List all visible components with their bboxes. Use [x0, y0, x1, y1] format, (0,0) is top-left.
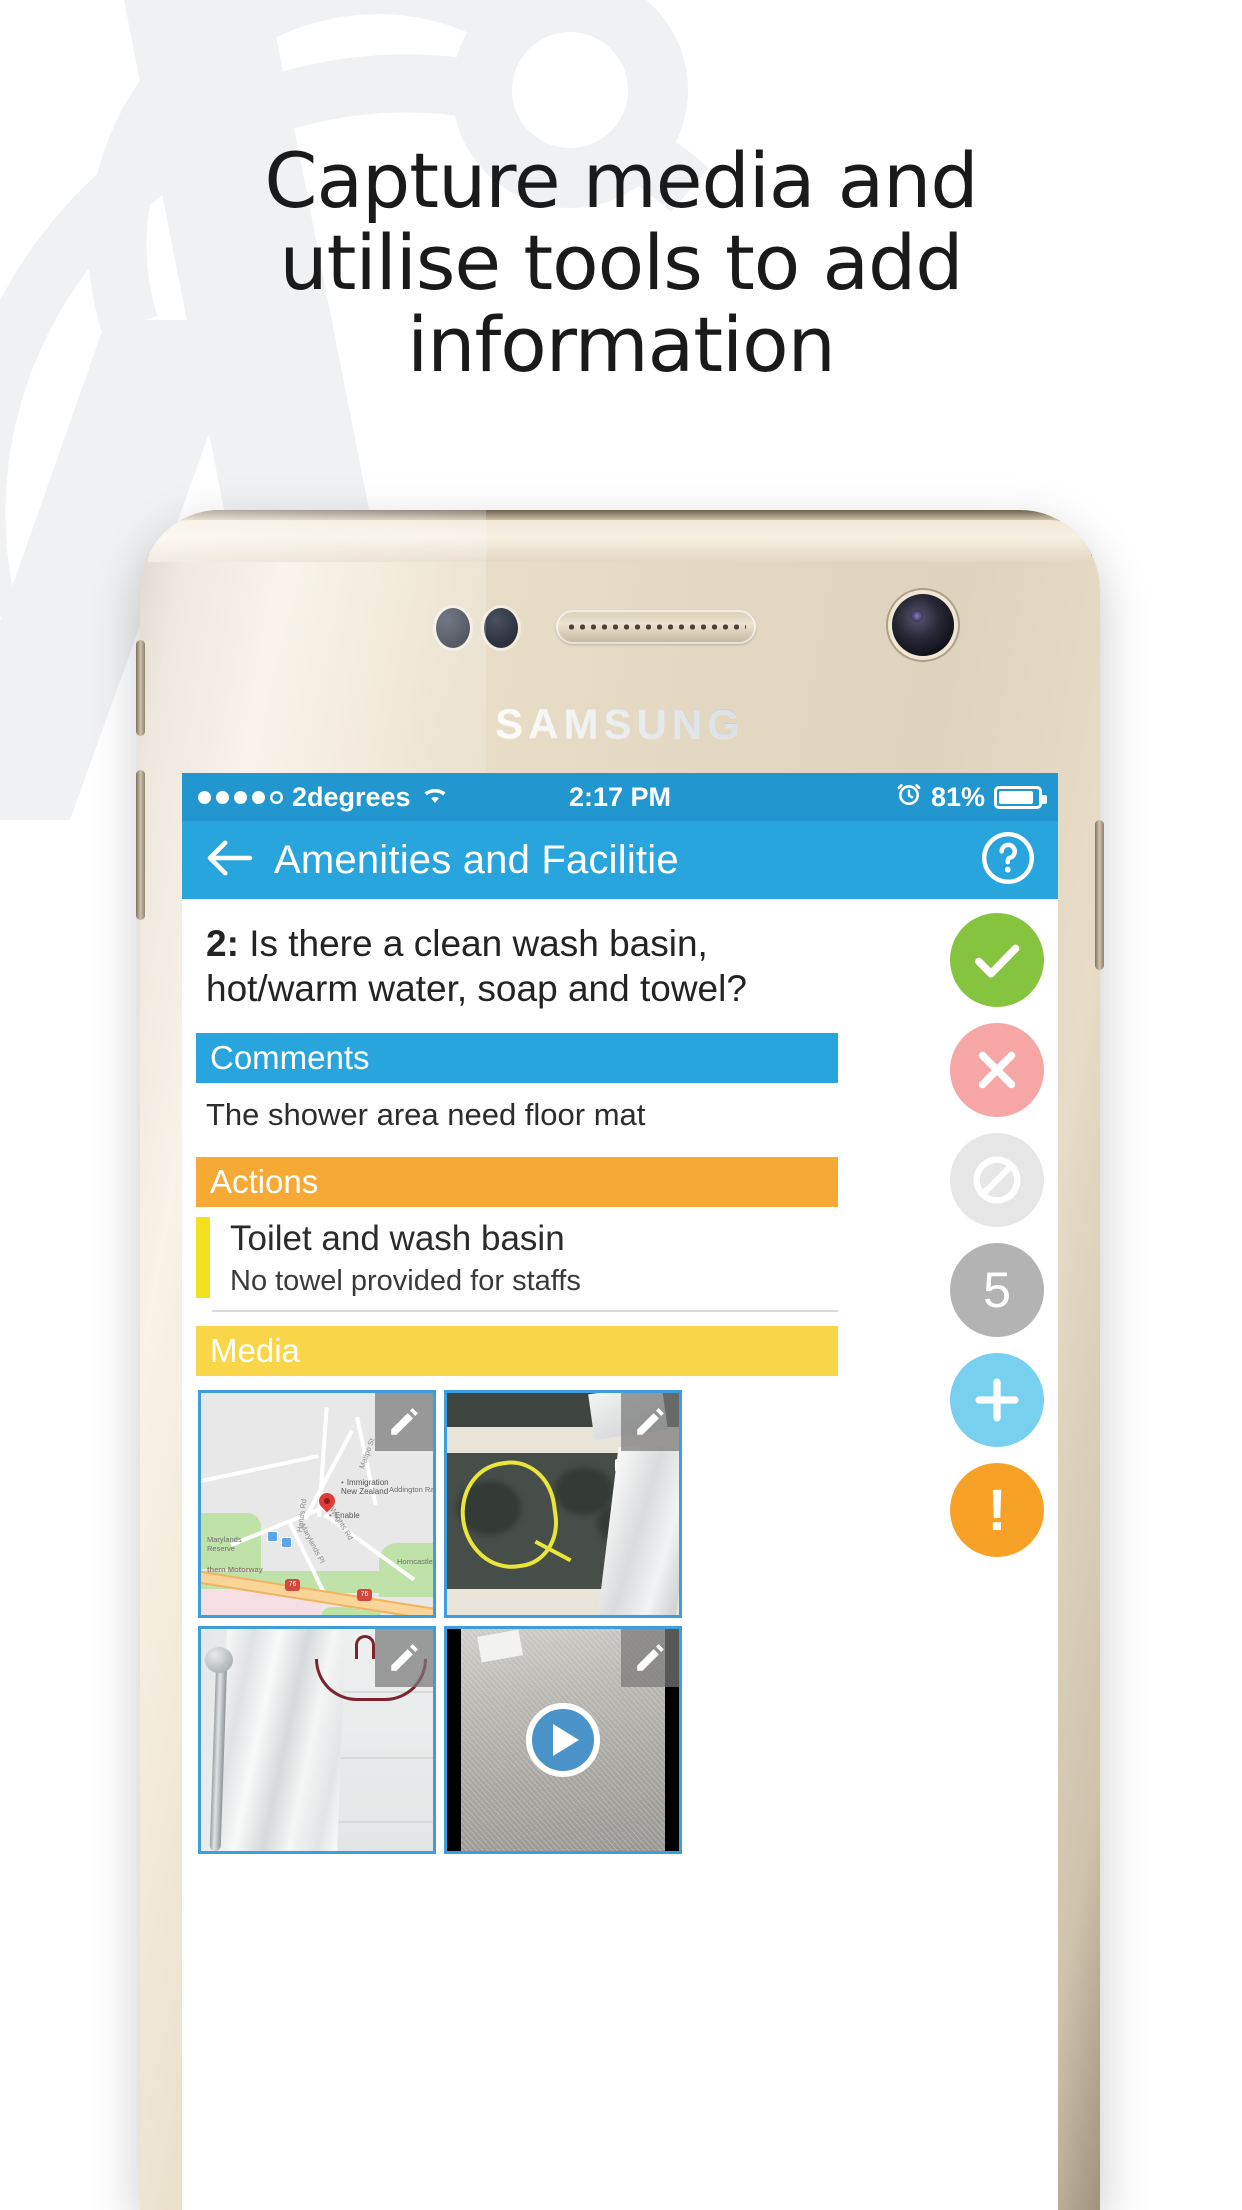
status-bar-left: 2degrees	[198, 782, 569, 813]
app-nav-bar: Amenities and Facilitie	[182, 821, 1058, 899]
battery-percent-label: 81%	[930, 781, 986, 812]
map-road-label-motorway: thern Motorway	[207, 1565, 263, 1574]
map-route-shield-1: 76	[285, 1579, 300, 1591]
earpiece-speaker	[556, 610, 756, 644]
signal-strength-icon	[198, 790, 283, 804]
question-text: 2: Is there a clean wash basin, hot/warm…	[182, 899, 854, 1019]
mark-not-applicable-button[interactable]	[950, 1133, 1044, 1227]
page-headline: Capture media and utilise tools to add i…	[0, 136, 1242, 390]
back-button[interactable]	[204, 839, 254, 882]
map-transit-marker-2	[281, 1537, 292, 1548]
device-brand-logo: SAMSUNG	[140, 700, 1100, 748]
mark-non-compliant-button[interactable]	[950, 1023, 1044, 1117]
comments-text[interactable]: The shower area need floor mat	[182, 1083, 854, 1143]
score-badge[interactable]: 5	[950, 1243, 1044, 1337]
raise-issue-button[interactable]: !	[950, 1463, 1044, 1557]
clock-label: 2:17 PM	[568, 781, 672, 812]
status-bar-right: 81%	[671, 781, 1048, 814]
pencil-icon	[637, 1408, 664, 1435]
phone-top-rim-inner	[148, 520, 1092, 562]
map-poi-immigration: ImmigrationNew Zealand	[341, 1478, 389, 1496]
volume-down-button[interactable]	[136, 770, 145, 920]
wifi-icon	[420, 782, 450, 813]
map-place-addington: Addington Raceway	[389, 1485, 435, 1494]
grab-rail-mount	[205, 1647, 233, 1673]
media-section-header: Media	[196, 1326, 838, 1376]
actions-section-header: Actions	[196, 1157, 838, 1208]
question-body: Is there a clean wash basin, hot/warm wa…	[206, 923, 747, 1010]
headline-line-2: utilise tools to add	[279, 218, 964, 308]
status-bar: 2degrees 2:17 PM 81%	[182, 773, 1058, 821]
page-title: Amenities and Facilitie	[274, 837, 679, 882]
prohibited-icon	[973, 1156, 1021, 1204]
map-route-shield-2: 76	[357, 1589, 372, 1601]
action-item-title: Toilet and wash basin	[230, 1219, 565, 1259]
headline-line-3: information	[407, 300, 836, 390]
action-priority-bar	[196, 1217, 210, 1298]
pencil-icon	[637, 1644, 664, 1671]
map-place-horncastle: Horncastle Are	[397, 1557, 433, 1566]
power-button[interactable]	[1095, 820, 1104, 970]
carrier-label: 2degrees	[292, 781, 411, 812]
cross-icon	[978, 1051, 1016, 1089]
add-media-button[interactable]	[950, 1353, 1044, 1447]
question-detail-content: 2: Is there a clean wash basin, hot/warm…	[182, 899, 1058, 2210]
phone-mockup: SAMSUNG 2degrees 2:17 PM 81% Amenities a…	[136, 510, 1104, 2210]
media-thumbnail-shower[interactable]	[198, 1626, 436, 1854]
phone-screen: 2degrees 2:17 PM 81% Amenities and Facil…	[182, 773, 1058, 2210]
pencil-icon	[391, 1408, 418, 1435]
front-camera-icon	[892, 594, 954, 656]
action-divider	[212, 1310, 838, 1312]
light-sensor-icon	[484, 608, 518, 648]
media-grid: 76 76 ImmigrationNew Zealand Enable Addi…	[198, 1390, 858, 1854]
hanger-hook	[355, 1635, 375, 1659]
action-item-text: Toilet and wash basin No towel provided …	[230, 1217, 581, 1298]
plus-icon	[975, 1378, 1019, 1422]
action-item-subtitle: No towel provided for staffs	[230, 1265, 581, 1297]
play-icon[interactable]	[526, 1703, 600, 1777]
help-button[interactable]	[980, 830, 1036, 891]
edit-media-button[interactable]	[375, 1393, 433, 1451]
comments-section-header: Comments	[196, 1033, 838, 1084]
edit-media-button[interactable]	[621, 1629, 679, 1687]
mark-compliant-button[interactable]	[950, 913, 1044, 1007]
check-icon	[975, 944, 1020, 978]
volume-up-button[interactable]	[136, 640, 145, 736]
alarm-icon	[896, 781, 922, 814]
map-transit-marker-1	[267, 1531, 278, 1542]
map-place-marylands: Marylands Reserve	[207, 1535, 242, 1553]
edit-media-button[interactable]	[375, 1629, 433, 1687]
question-number: 2:	[206, 923, 239, 964]
proximity-sensor-icon	[436, 608, 470, 648]
action-item[interactable]: Toilet and wash basin No towel provided …	[196, 1217, 838, 1298]
media-thumbnail-wet-floor[interactable]	[444, 1390, 682, 1618]
edit-media-button[interactable]	[621, 1393, 679, 1451]
map-road-label-marylands-pl: Marylands Pl	[298, 1522, 327, 1565]
battery-icon	[994, 785, 1048, 809]
headline-line-1: Capture media and	[264, 136, 978, 225]
map-road-1	[201, 1454, 319, 1483]
pencil-icon	[391, 1644, 418, 1671]
earpiece-grille	[566, 622, 746, 632]
media-thumbnail-video[interactable]	[444, 1626, 682, 1854]
answer-action-column: 5 !	[950, 913, 1044, 1557]
media-thumbnail-map[interactable]: 76 76 ImmigrationNew Zealand Enable Addi…	[198, 1390, 436, 1618]
